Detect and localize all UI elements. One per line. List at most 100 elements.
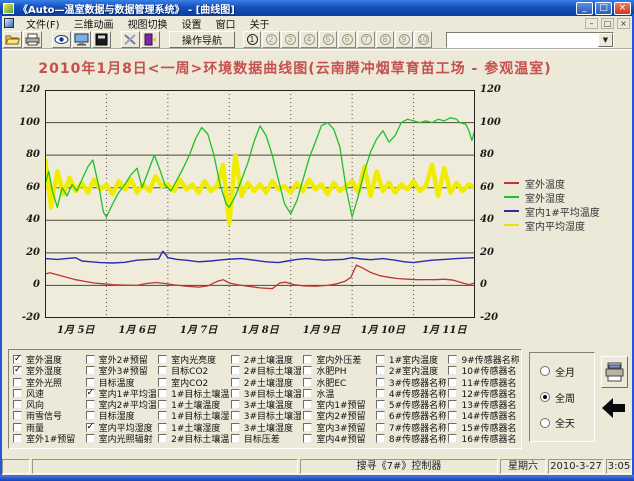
series-checkbox-5#传感器名称[interactable]: 5#传感器名称 — [374, 399, 447, 410]
series-checkbox-水肥PH[interactable]: 水肥PH — [301, 365, 374, 376]
series-checkbox-室外3#预留[interactable]: 室外3#预留 — [84, 365, 157, 376]
checkbox[interactable] — [448, 355, 457, 364]
checkbox[interactable] — [376, 411, 385, 420]
menu-item-2[interactable]: 三维动画 — [67, 16, 121, 31]
menu-item-5[interactable]: 窗口 — [209, 16, 243, 31]
checkbox[interactable] — [303, 366, 312, 375]
checkbox[interactable] — [376, 355, 385, 364]
open-button[interactable] — [3, 31, 22, 48]
series-checkbox-11#传感器名[interactable]: 11#传感器名 — [446, 377, 519, 388]
checkbox[interactable] — [86, 411, 95, 420]
series-checkbox-2#土壤温度[interactable]: 2#土壤温度 — [229, 354, 302, 365]
checkbox-checked[interactable] — [86, 389, 95, 398]
close-button[interactable]: × — [614, 2, 631, 15]
checkbox[interactable] — [376, 378, 385, 387]
series-checkbox-4#传感器名称[interactable]: 4#传感器名称 — [374, 388, 447, 399]
checkbox[interactable] — [158, 378, 167, 387]
radio[interactable] — [540, 366, 550, 376]
series-checkbox-目标CO2[interactable]: 目标CO2 — [156, 365, 229, 376]
series-checkbox-3#目标土壤湿[interactable]: 3#目标土壤湿 — [229, 410, 302, 421]
checkbox[interactable] — [158, 400, 167, 409]
checkbox[interactable] — [13, 378, 22, 387]
checkbox[interactable] — [376, 434, 385, 443]
checkbox[interactable] — [231, 423, 240, 432]
controller-button-2[interactable]: 2 — [262, 31, 280, 48]
checkbox[interactable] — [231, 366, 240, 375]
checkbox[interactable] — [231, 389, 240, 398]
checkbox[interactable] — [303, 434, 312, 443]
series-checkbox-室外2#预留[interactable]: 室外2#预留 — [84, 354, 157, 365]
checkbox[interactable] — [376, 366, 385, 375]
series-checkbox-1#土壤温度[interactable]: 1#土壤温度 — [156, 399, 229, 410]
series-checkbox-目标压差[interactable]: 目标压差 — [229, 433, 302, 444]
series-checkbox-目标湿度[interactable]: 目标湿度 — [84, 410, 157, 421]
checkbox[interactable] — [231, 378, 240, 387]
checkbox[interactable] — [448, 389, 457, 398]
checkbox[interactable] — [303, 355, 312, 364]
series-checkbox-水肥EC[interactable]: 水肥EC — [301, 377, 374, 388]
controller-button-7[interactable]: 7 — [357, 31, 375, 48]
series-checkbox-室内CO2[interactable]: 室内CO2 — [156, 377, 229, 388]
checkbox[interactable] — [158, 423, 167, 432]
checkbox[interactable] — [231, 355, 240, 364]
series-checkbox-10#传感器名[interactable]: 10#传感器名 — [446, 365, 519, 376]
checkbox[interactable] — [86, 366, 95, 375]
series-checkbox-目标温度[interactable]: 目标温度 — [84, 377, 157, 388]
series-checkbox-室内2#平均温[interactable]: 室内2#平均温 — [84, 399, 157, 410]
series-checkbox-13#传感器名[interactable]: 13#传感器名 — [446, 399, 519, 410]
back-button[interactable] — [600, 392, 628, 424]
controller-button-6[interactable]: 6 — [338, 31, 356, 48]
checkbox[interactable] — [448, 366, 457, 375]
series-checkbox-3#目标土壤温[interactable]: 3#目标土壤温 — [229, 388, 302, 399]
series-checkbox-室内光照辐射[interactable]: 室内光照辐射 — [84, 433, 157, 444]
minimize-button[interactable]: _ — [576, 2, 593, 15]
series-checkbox-雨量[interactable]: 雨量 — [11, 422, 84, 433]
controller-button-10[interactable]: 10 — [414, 31, 432, 48]
series-checkbox-14#传感器名[interactable]: 14#传感器名 — [446, 410, 519, 421]
checkbox-checked[interactable] — [13, 366, 22, 375]
series-checkbox-室内1#预留[interactable]: 室内1#预留 — [301, 399, 374, 410]
checkbox[interactable] — [158, 366, 167, 375]
mdi-restore-button[interactable]: □ — [601, 18, 614, 29]
series-checkbox-室外湿度[interactable]: 室外湿度 — [11, 365, 84, 376]
series-checkbox-风速[interactable]: 风速 — [11, 388, 84, 399]
checkbox[interactable] — [13, 400, 22, 409]
series-checkbox-1#土壤湿度[interactable]: 1#土壤湿度 — [156, 422, 229, 433]
controller-button-4[interactable]: 4 — [300, 31, 318, 48]
print-button[interactable] — [601, 356, 628, 388]
series-checkbox-室外光照[interactable]: 室外光照 — [11, 377, 84, 388]
checkbox[interactable] — [86, 378, 95, 387]
checkbox[interactable] — [13, 411, 22, 420]
checkbox[interactable] — [376, 389, 385, 398]
series-checkbox-3#土壤湿度[interactable]: 3#土壤湿度 — [229, 422, 302, 433]
checkbox[interactable] — [448, 423, 457, 432]
series-checkbox-水温[interactable]: 水温 — [301, 388, 374, 399]
series-checkbox-2#室内温度[interactable]: 2#室内温度 — [374, 365, 447, 376]
controller-button-3[interactable]: 3 — [281, 31, 299, 48]
tools-button[interactable] — [121, 31, 140, 48]
controller-button-9[interactable]: 9 — [395, 31, 413, 48]
series-checkbox-1#室内温度[interactable]: 1#室内温度 — [374, 354, 447, 365]
series-checkbox-6#传感器名称[interactable]: 6#传感器名称 — [374, 410, 447, 421]
checkbox[interactable] — [13, 389, 22, 398]
period-option-全天[interactable]: 全天 — [540, 415, 594, 430]
series-checkbox-1#目标土壤湿[interactable]: 1#目标土壤湿 — [156, 410, 229, 421]
checkbox[interactable] — [303, 378, 312, 387]
series-checkbox-2#土壤湿度[interactable]: 2#土壤湿度 — [229, 377, 302, 388]
series-checkbox-室内光亮度[interactable]: 室内光亮度 — [156, 354, 229, 365]
checkbox[interactable] — [448, 434, 457, 443]
checkbox[interactable] — [86, 434, 95, 443]
series-checkbox-室外1#预留[interactable]: 室外1#预留 — [11, 433, 84, 444]
series-checkbox-室内2#预留[interactable]: 室内2#预留 — [301, 410, 374, 421]
mdi-minimize-button[interactable]: – — [585, 18, 598, 29]
checkbox[interactable] — [158, 355, 167, 364]
checkbox[interactable] — [376, 423, 385, 432]
series-checkbox-12#传感器名[interactable]: 12#传感器名 — [446, 388, 519, 399]
maximize-button[interactable]: □ — [595, 2, 612, 15]
checkbox[interactable] — [303, 423, 312, 432]
chevron-down-icon[interactable]: ▼ — [598, 33, 613, 47]
radio[interactable] — [540, 418, 550, 428]
checkbox[interactable] — [231, 434, 240, 443]
view-button[interactable] — [52, 31, 71, 48]
checkbox[interactable] — [303, 411, 312, 420]
